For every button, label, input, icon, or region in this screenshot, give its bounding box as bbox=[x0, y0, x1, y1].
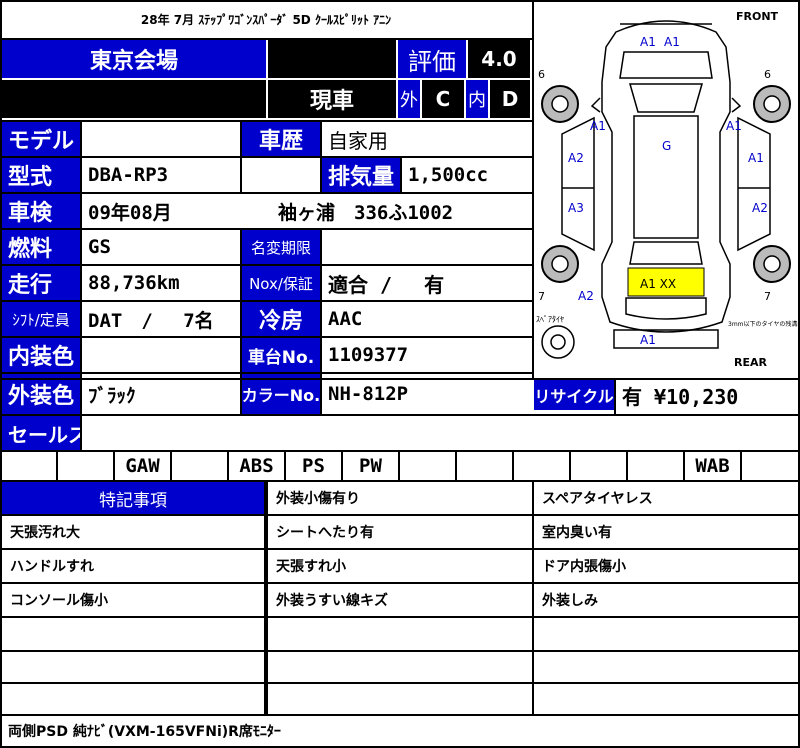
damage-mark: A2 bbox=[568, 151, 584, 165]
equipment-cell bbox=[400, 452, 457, 480]
spare-tire-label: ｽﾍﾟｱﾀｲﾔ bbox=[536, 315, 564, 324]
nox-value: 適合 / 有 bbox=[328, 272, 445, 297]
feature-item: 天張すれ小 bbox=[276, 559, 346, 575]
displacement-value: 1,500cc bbox=[408, 164, 489, 186]
exterior-color-label: 外装色 bbox=[2, 374, 80, 414]
venue-blank bbox=[268, 40, 396, 78]
feature-item: 外装小傷有り bbox=[276, 491, 360, 507]
ac-label: 冷房 bbox=[242, 302, 320, 336]
inspection-value: 09年08月 bbox=[88, 201, 172, 224]
damage-mark: A1 XX bbox=[640, 277, 676, 291]
feature-item: 天張汚れ大 bbox=[10, 525, 80, 541]
equipment-cell bbox=[172, 452, 229, 480]
history-label: 車歴 bbox=[242, 122, 320, 156]
inspection-label: 車検 bbox=[2, 194, 80, 228]
condition-blank bbox=[2, 80, 266, 118]
color-no-label: カラーNo. bbox=[242, 374, 320, 414]
mileage-label: 走行 bbox=[2, 266, 80, 300]
features-title: 特記事項 bbox=[2, 482, 264, 514]
exterior-grade-label: 外 bbox=[398, 80, 420, 118]
nox-label: Nox/保証 bbox=[242, 266, 320, 300]
rating-score: 4.0 bbox=[468, 40, 530, 78]
feature-item: ドア内張傷小 bbox=[542, 559, 626, 575]
tire-label: 7 bbox=[764, 290, 771, 303]
equipment-cell bbox=[628, 452, 685, 480]
equipment-cell: WAB bbox=[685, 452, 742, 480]
exterior-grade: C bbox=[422, 80, 464, 118]
rating-label: 評価 bbox=[398, 40, 466, 78]
footer-note: 両側PSD 純ﾅﾋﾞ(VXM-165VFNi)R席ﾓﾆﾀｰ bbox=[8, 724, 281, 740]
damage-mark: A2 bbox=[752, 201, 768, 215]
color-no-value: NH-812P bbox=[328, 383, 409, 405]
displacement-label: 排気量 bbox=[322, 158, 400, 192]
feature-item: 外装うすい線キズ bbox=[276, 593, 388, 609]
tire-note: 3mm以下のタイヤの残溝表示です bbox=[728, 320, 798, 328]
tire-label: 6 bbox=[538, 68, 545, 81]
equipment-cell bbox=[457, 452, 514, 480]
chassis-value: 1109377 bbox=[328, 344, 409, 366]
feature-item: ハンドルすれ bbox=[10, 559, 94, 575]
shift-label: ｼﾌﾄ/定員 bbox=[2, 302, 80, 336]
damage-mark: A1 bbox=[640, 35, 656, 49]
damage-mark: A3 bbox=[568, 201, 584, 215]
plate-value: 袖ヶ浦 336ふ1002 bbox=[278, 201, 454, 224]
damage-mark: A1 bbox=[590, 119, 606, 133]
equipment-row: GAW ABS PS PW WAB bbox=[2, 452, 798, 480]
condition-label: 現車 bbox=[268, 80, 396, 118]
equipment-cell bbox=[514, 452, 571, 480]
name-change-label: 名変期限 bbox=[242, 230, 320, 264]
feature-item: スペアタイヤレス bbox=[542, 491, 653, 507]
interior-color-label: 内装色 bbox=[2, 338, 80, 372]
fuel-label: 燃料 bbox=[2, 230, 80, 264]
feature-item: コンソール傷小 bbox=[10, 593, 108, 609]
model-value bbox=[82, 122, 240, 156]
equipment-cell bbox=[58, 452, 115, 480]
damage-mark: G bbox=[662, 139, 671, 153]
recycle-value: 有 ¥10,230 bbox=[622, 384, 739, 409]
feature-item: 外装しみ bbox=[542, 593, 598, 609]
vehicle-title: 28年 7月 ｽﾃｯﾌﾟﾜｺﾞﾝｽﾊﾟｰﾀﾞ 5D ｸｰﾙｽﾋﾟﾘｯﾄ ｱﾆﾝ bbox=[140, 12, 392, 27]
damage-mark: A2 bbox=[578, 289, 594, 303]
exterior-color-value: ﾌﾞﾗｯｸ bbox=[88, 384, 136, 407]
interior-grade-label: 内 bbox=[466, 80, 488, 118]
history-value: 自家用 bbox=[328, 128, 388, 153]
equipment-cell bbox=[742, 452, 798, 480]
fuel-value: GS bbox=[88, 236, 111, 258]
type-value: DBA-RP3 bbox=[88, 164, 169, 186]
mileage-value: 88,736km bbox=[88, 272, 180, 294]
equipment-cell: GAW bbox=[115, 452, 172, 480]
tire-label: 7 bbox=[538, 290, 545, 303]
equipment-cell: ABS bbox=[229, 452, 286, 480]
equipment-cell bbox=[571, 452, 628, 480]
damage-mark: A1 bbox=[726, 119, 742, 133]
interior-grade: D bbox=[490, 80, 530, 118]
sales-value bbox=[82, 416, 798, 450]
equipment-cell: PW bbox=[343, 452, 400, 480]
ac-value: AAC bbox=[328, 308, 363, 330]
chassis-label: 車台No. bbox=[242, 338, 320, 372]
equipment-cell bbox=[2, 452, 58, 480]
recycle-label: リサイクル bbox=[534, 380, 614, 410]
diagram-rear-label: REAR bbox=[734, 356, 767, 369]
damage-mark: A1 bbox=[748, 151, 764, 165]
vehicle-damage-diagram: FRONT REAR 6 6 7 7 ｽﾍﾟｱﾀｲﾔ 3mm以下のタイヤの残溝表… bbox=[536, 10, 798, 369]
feature-item: シートへたり有 bbox=[276, 525, 374, 541]
venue-label: 東京会場 bbox=[2, 40, 266, 78]
damage-mark: A1 bbox=[664, 35, 680, 49]
tire-label: 6 bbox=[764, 68, 771, 81]
equipment-cell: PS bbox=[286, 452, 343, 480]
diagram-front-label: FRONT bbox=[736, 10, 779, 23]
damage-mark: A1 bbox=[640, 333, 656, 347]
interior-color-value bbox=[82, 338, 240, 372]
sales-label: セールス bbox=[2, 416, 80, 450]
type-label: 型式 bbox=[2, 158, 80, 192]
feature-item: 室内臭い有 bbox=[542, 525, 612, 541]
name-change-value bbox=[322, 230, 530, 264]
shift-value: DAT / 7名 bbox=[88, 309, 214, 332]
model-label: モデル bbox=[2, 122, 80, 156]
